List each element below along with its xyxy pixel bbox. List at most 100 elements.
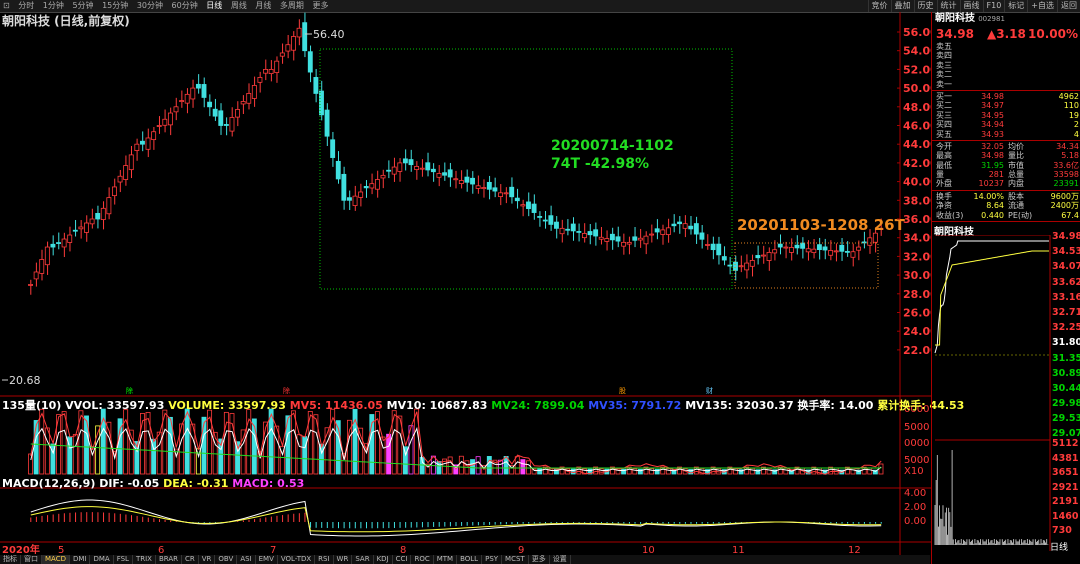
bid-label: 买二 (936, 101, 952, 111)
quote-row: 卖二 (932, 70, 1080, 79)
tab-23[interactable]: MCST (502, 555, 529, 564)
low-label: 20.68 (9, 374, 41, 387)
x-label: 8 (400, 545, 406, 555)
tab-60min[interactable]: 60分钟 (169, 0, 201, 12)
stat-key: 流通 (1008, 201, 1024, 211)
quote-row: 量 281 总量 33598 (932, 170, 1080, 179)
stats-button[interactable]: 统计 (936, 0, 960, 12)
dif-line (30, 499, 882, 537)
stat-value: 33598 (1053, 170, 1079, 180)
dea-line (30, 506, 882, 533)
quote-row: 买二 34.97 110 (932, 101, 1080, 110)
stat-key: 市值 (1008, 160, 1024, 170)
price-tick: 34.00 (903, 232, 931, 245)
tab-5[interactable]: FSL (114, 555, 133, 564)
mini-price-tick: 31.80 (1052, 337, 1080, 349)
toolbar-icon[interactable]: ⊡ (0, 0, 13, 12)
auction-button[interactable]: 竞价 (867, 0, 891, 12)
stat-value: 10237 (978, 179, 1004, 189)
tab-7[interactable]: BRAR (156, 555, 182, 564)
tab-12[interactable]: EMV (256, 555, 278, 564)
vol-tick: 5000 (904, 455, 929, 466)
bid-price: 34.98 (981, 91, 1004, 101)
annotation-range-1: 20200714-1102 (551, 138, 674, 154)
annotation-change-1: 74T -42.98% (551, 156, 649, 172)
tab-1min[interactable]: 1分钟 (40, 0, 67, 12)
tab-14[interactable]: RSI (315, 555, 334, 564)
vol-tick: 0000 (904, 438, 929, 449)
quote-row: 外盘 10237 内盘 23391 (932, 179, 1080, 188)
marker-4: 财 (706, 386, 713, 395)
x-label: 6 (158, 545, 164, 555)
tab-0[interactable]: 指标 (0, 555, 21, 564)
tab-multi-period[interactable]: 多周期 (277, 0, 307, 12)
tab-intraday[interactable]: 分时 (15, 0, 37, 12)
tab-5min[interactable]: 5分钟 (69, 0, 96, 12)
mini-footer[interactable]: 日线 (1050, 540, 1068, 553)
tab-1[interactable]: 窗口 (21, 555, 42, 564)
history-button[interactable]: 历史 (913, 0, 937, 12)
range-box-1 (319, 48, 733, 290)
tab-daily[interactable]: 日线 (203, 0, 225, 12)
mark-button[interactable]: 标记 (1004, 0, 1027, 12)
f10-button[interactable]: F10 (982, 0, 1005, 12)
macd-tick: 4.00 (904, 488, 926, 499)
mini-chart-area[interactable]: 朝阳科技 34.98 34.53 34.07 33.62 33.16 32.71 32.25… (932, 223, 1080, 553)
add-watchlist-button[interactable]: +自选 (1027, 0, 1057, 12)
tab-3[interactable]: DMI (70, 555, 91, 564)
tab-16[interactable]: SAR (352, 555, 374, 564)
stat-value: 14.00% (973, 191, 1004, 201)
tab-24[interactable]: 更多 (529, 555, 550, 564)
dif-value: DIF: -0.05 (99, 477, 160, 490)
tab-10[interactable]: OBV (215, 555, 238, 564)
bid-vol: 2 (1073, 120, 1079, 130)
tab-8[interactable]: CR (182, 555, 199, 564)
price-row: 34.98 ▲3.18 10.00% (932, 26, 1080, 42)
indicator-tabs: 指标 窗口 MACD DMI DMA FSL TRIX BRAR CR VR OBV ASI EMV VO… (0, 555, 930, 564)
tab-9[interactable]: VR (199, 555, 216, 564)
mini-price-tick: 29.98 (1052, 398, 1080, 410)
mini-price-tick: 32.25 (1052, 322, 1080, 334)
tab-21[interactable]: BOLL (457, 555, 483, 564)
stat-value: 23391 (1053, 179, 1079, 189)
tab-15[interactable]: WR (334, 555, 353, 564)
tab-25[interactable]: 设置 (550, 555, 571, 564)
tab-2[interactable]: MACD (42, 555, 70, 564)
annotation-range-2: 20201103-1208 26T (737, 216, 906, 234)
bid-vol: 4962 (1058, 91, 1079, 101)
quote-row: 买四 34.94 2 (932, 120, 1080, 129)
kline-chart[interactable]: 56.40 20.68 20200714-1102 74T -42.98% 20… (0, 12, 931, 555)
stat-value: 281 (988, 170, 1004, 180)
bid-vol: 19 (1068, 110, 1079, 120)
price-tick: 52.00 (903, 63, 931, 76)
x-label: 12 (848, 545, 861, 555)
stat-key: 净资 (936, 201, 952, 211)
tab-monthly[interactable]: 月线 (252, 0, 274, 12)
tab-11[interactable]: ASI (237, 555, 256, 564)
tab-weekly[interactable]: 周线 (228, 0, 250, 12)
stat-key: 均价 (1008, 141, 1024, 151)
tab-30min[interactable]: 30分钟 (134, 0, 166, 12)
price-axis-labels: 56.00 54.00 52.00 50.00 48.00 46.00 44.00 42.00… (897, 26, 931, 357)
quote-row: 净资 8.64 流通 2400万 (932, 201, 1080, 210)
back-button[interactable]: 返回 (1057, 0, 1080, 12)
tab-4[interactable]: DMA (90, 555, 114, 564)
tab-17[interactable]: KDJ (374, 555, 393, 564)
marker-3: 股 (619, 387, 626, 395)
tab-19[interactable]: ROC (411, 555, 434, 564)
tab-13[interactable]: VOL-TDX (278, 555, 316, 564)
tab-22[interactable]: PSY (482, 555, 503, 564)
mini-price-tick: 30.89 (1052, 367, 1080, 379)
tab-more[interactable]: 更多 (309, 0, 331, 12)
mini-vol-tick: 4381 (1052, 452, 1079, 464)
tab-15min[interactable]: 15分钟 (99, 0, 131, 12)
overlay-button[interactable]: 叠加 (890, 0, 914, 12)
tab-18[interactable]: CCI (393, 555, 412, 564)
bid-vol: 110 (1063, 101, 1079, 111)
price-tick: 56.00 (903, 26, 931, 39)
macd-label: MACD(12,26,9) (2, 477, 96, 490)
mini-price-tick: 34.53 (1052, 246, 1080, 258)
draw-button[interactable]: 画线 (959, 0, 983, 12)
tab-6[interactable]: TRIX (133, 555, 156, 564)
tab-20[interactable]: MTM (434, 555, 458, 564)
